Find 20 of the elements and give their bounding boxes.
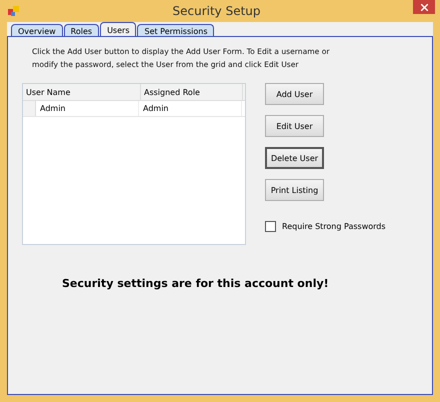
action-button[interactable]: Add User	[265, 83, 324, 105]
action-button[interactable]: Delete User	[265, 147, 324, 169]
table-cell: Admin	[36, 101, 139, 116]
checkbox[interactable]	[265, 221, 276, 232]
table-cell: Admin	[139, 101, 242, 116]
users-grid[interactable]: User Name Assigned Role Admin Admin	[22, 83, 246, 245]
column-header[interactable]: Assigned Role	[141, 84, 243, 100]
window-title: Security Setup	[171, 4, 262, 18]
checkbox-label: Require Strong Passwords	[282, 222, 386, 231]
close-button[interactable]	[413, 0, 435, 14]
app-icon	[8, 5, 20, 17]
tab[interactable]: Users	[100, 22, 136, 36]
action-button[interactable]: Edit User	[265, 115, 324, 137]
notice-text: Security settings are for this account only!	[62, 277, 330, 290]
action-button[interactable]: Print Listing	[265, 179, 324, 201]
close-icon[interactable]	[420, 4, 428, 10]
tab[interactable]: Roles	[64, 24, 100, 36]
tab[interactable]: Overview	[11, 24, 63, 36]
column-header[interactable]: User Name	[23, 84, 141, 100]
tab[interactable]: Set Permissions	[137, 24, 214, 36]
